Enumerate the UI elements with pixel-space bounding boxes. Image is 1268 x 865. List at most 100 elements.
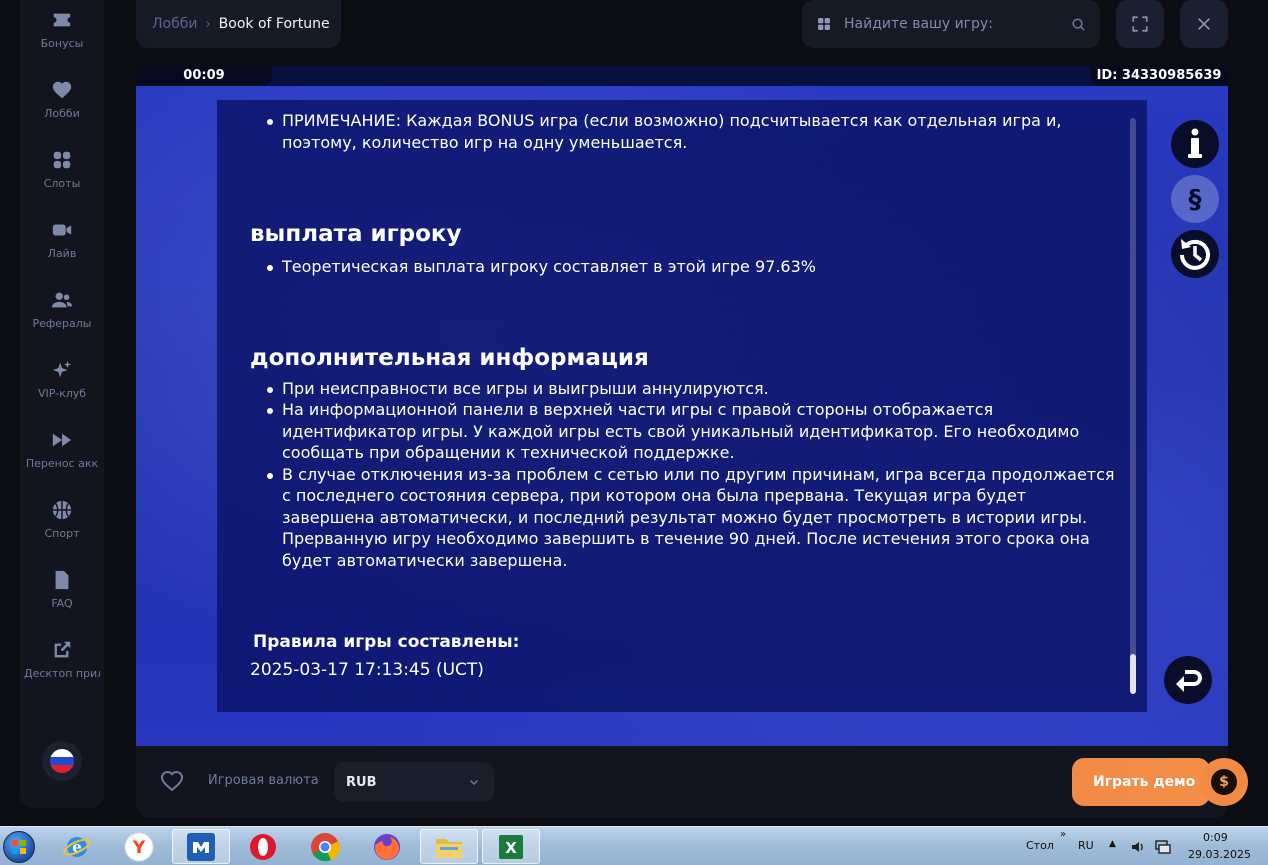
sidebar-item-vip[interactable]: VIP-клуб	[20, 359, 104, 429]
sidebar-item-label: Спорт	[44, 527, 80, 540]
taskbar-firefox[interactable]	[358, 829, 416, 864]
breadcrumb-lobby-link[interactable]: Лобби	[152, 16, 197, 32]
sidebar-item-label: Рефералы	[32, 317, 92, 330]
clock-date[interactable]: 29.03.2025	[1188, 848, 1251, 861]
toolbar-expand-icon[interactable]: »	[1060, 829, 1066, 840]
taskbar-opera[interactable]	[234, 829, 292, 864]
rules-note: ПРИМЕЧАНИЕ: Каждая BONUS игра (если возм…	[250, 110, 1120, 153]
payout-text: Теоретическая выплата игроку составляет …	[250, 256, 1120, 278]
desktop-toolbar-label[interactable]: Стол	[1026, 839, 1054, 852]
volume-icon[interactable]	[1130, 839, 1146, 855]
users-icon	[51, 292, 73, 308]
sidebar-item-label: FAQ	[51, 597, 73, 610]
sidebar-item-label: Лайв	[47, 247, 77, 260]
app-icon	[187, 832, 215, 861]
sidebar-item-desktop-app[interactable]: Десктоп прил	[20, 639, 104, 709]
info-item: При неисправности все игры и выигрыши ан…	[250, 378, 1120, 400]
sidebar-item-lobby[interactable]: Лобби	[20, 79, 104, 149]
search-icon[interactable]	[1071, 17, 1086, 32]
video-camera-icon	[52, 224, 72, 236]
play-demo-label: Играть демо	[1093, 774, 1196, 790]
history-button[interactable]	[1171, 230, 1219, 278]
file-explorer-icon	[436, 838, 462, 858]
info-button[interactable]	[1171, 120, 1219, 168]
opera-icon	[250, 833, 276, 860]
clock-time[interactable]: 0:09	[1203, 831, 1228, 844]
sidebar-item-slots[interactable]: Слоты	[20, 149, 104, 219]
fast-forward-icon	[52, 433, 72, 447]
excel-icon: X	[499, 834, 523, 859]
info-item: В случае отключения из-за проблем с сеть…	[250, 464, 1120, 572]
sidebar-item-label: Слоты	[43, 177, 81, 190]
chevron-right-icon: ›	[205, 16, 211, 32]
internet-explorer-icon: e	[63, 836, 91, 857]
taskbar-internet-explorer[interactable]: e	[48, 829, 106, 864]
ticket-icon	[53, 13, 71, 27]
sidebar-item-account-transfer[interactable]: Перенос акк	[20, 429, 104, 499]
rules-scrollbar[interactable]	[1130, 118, 1136, 694]
game-footer: Игровая валюта RUB Играть демо $	[136, 746, 1248, 818]
coin-icon: $	[1211, 769, 1237, 795]
rules-composed-label: Правила игры составлены:	[253, 632, 520, 652]
sidebar-item-referrals[interactable]: Рефералы	[20, 289, 104, 359]
windows-taskbar: e Y X Стол » RU ▲ 0:09 29.03.2025	[0, 826, 1268, 865]
currency-select[interactable]: RUB	[334, 762, 494, 802]
sidebar-item-faq[interactable]: FAQ	[20, 569, 104, 639]
language-button[interactable]	[42, 741, 82, 781]
rules-panel[interactable]: ПРИМЕЧАНИЕ: Каждая BONUS игра (если возм…	[217, 100, 1147, 712]
info-icon	[1172, 121, 1218, 167]
external-link-icon	[54, 641, 71, 658]
sidebar-item-sport[interactable]: Спорт	[20, 499, 104, 569]
sidebar-item-bonuses[interactable]: Бонусы	[20, 9, 104, 79]
russian-flag-icon	[50, 749, 74, 773]
back-button[interactable]	[1164, 656, 1212, 704]
play-demo-button[interactable]: Играть демо	[1072, 758, 1210, 806]
sidebar-item-label: Бонусы	[40, 37, 84, 50]
rules-scroll-thumb[interactable]	[1130, 654, 1136, 694]
rules-button[interactable]: §	[1171, 175, 1219, 223]
firefox-icon	[374, 833, 400, 860]
payout-heading: выплата игроку	[250, 221, 462, 247]
breadcrumb: Лобби › Book of Fortune	[136, 0, 341, 48]
svg-text:§: §	[1189, 185, 1202, 215]
chrome-icon	[311, 832, 340, 861]
real-money-button[interactable]: $	[1200, 758, 1248, 806]
game-frame: 00:09 ID: 34330985639 ПРИМЕЧАНИЕ: Каждая…	[136, 66, 1228, 746]
svg-text:X: X	[505, 839, 517, 857]
taskbar-file-explorer[interactable]	[420, 829, 478, 864]
grid-icon	[53, 151, 71, 169]
sidebar-item-label: Перенос акк	[25, 457, 99, 470]
app-window: Бонусы Лобби Слоты Лайв Рефералы VIP-клу…	[0, 0, 1268, 865]
search-input[interactable]	[844, 16, 1071, 32]
chevron-down-icon	[469, 779, 479, 786]
sidebar-item-live[interactable]: Лайв	[20, 219, 104, 289]
sparkles-icon	[52, 360, 72, 378]
currency-value: RUB	[346, 774, 377, 790]
fullscreen-button[interactable]	[1116, 0, 1164, 48]
tray-expand-icon[interactable]: ▲	[1109, 839, 1116, 849]
rules-content: ПРИМЕЧАНИЕ: Каждая BONUS игра (если возм…	[250, 110, 1120, 681]
info-heading: дополнительная информация	[250, 344, 649, 371]
history-icon	[1172, 231, 1218, 277]
basketball-icon	[52, 500, 72, 520]
document-icon	[55, 570, 69, 590]
close-button[interactable]	[1180, 0, 1228, 48]
language-indicator[interactable]: RU	[1078, 839, 1094, 852]
close-icon	[1198, 18, 1210, 30]
yandex-browser-icon: Y	[124, 832, 154, 861]
taskbar-app[interactable]	[172, 829, 230, 864]
network-icon[interactable]	[1154, 838, 1172, 856]
taskbar-chrome[interactable]	[296, 829, 354, 864]
heart-icon	[52, 81, 72, 99]
heart-outline-icon[interactable]	[160, 770, 184, 792]
taskbar-excel[interactable]: X	[482, 829, 540, 864]
svg-text:Y: Y	[132, 838, 146, 858]
breadcrumb-current: Book of Fortune	[218, 16, 330, 32]
start-button[interactable]	[0, 827, 38, 865]
sidebar: Бонусы Лобби Слоты Лайв Рефералы VIP-клу…	[20, 0, 104, 808]
paragraph-icon: §	[1172, 176, 1218, 222]
sidebar-item-label: Десктоп прил	[24, 667, 100, 680]
fullscreen-icon	[1132, 16, 1148, 32]
currency-label: Игровая валюта	[208, 773, 319, 788]
taskbar-yandex-browser[interactable]: Y	[110, 829, 168, 864]
